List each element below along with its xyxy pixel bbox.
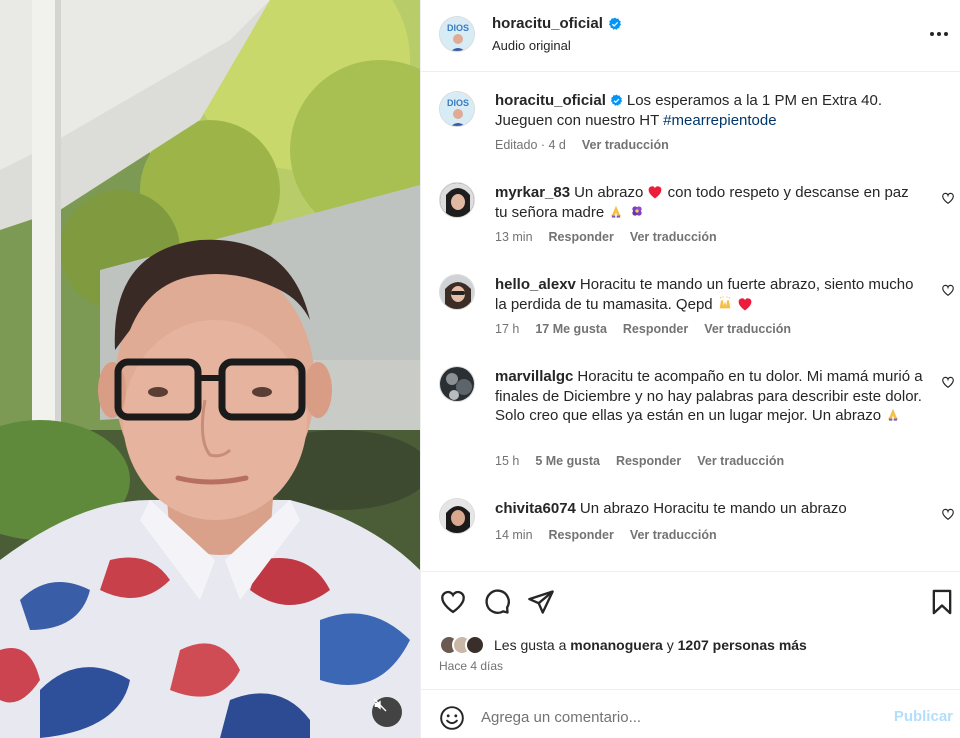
commenter-avatar-image bbox=[440, 183, 474, 217]
publish-button[interactable]: Publicar bbox=[894, 708, 953, 725]
verified-badge-icon bbox=[610, 94, 622, 106]
comment-item: chivita6074 Un abrazo Horacitu te mando u… bbox=[439, 497, 959, 567]
comment-item: hello_alexv Horacitu te mando un fuerte a… bbox=[439, 273, 959, 343]
comment-body: chivita6074 Un abrazo Horacitu te mando u… bbox=[495, 499, 925, 519]
reply-button[interactable]: Responder bbox=[549, 528, 614, 542]
commenter-avatar[interactable] bbox=[439, 498, 475, 534]
caption-body: horacitu_oficial Los esperamos a la 1 PM … bbox=[495, 91, 925, 130]
likes-summary[interactable]: Les gusta a monanoguera y 1207 personas … bbox=[439, 635, 807, 655]
liker-username[interactable]: monanoguera bbox=[570, 637, 663, 653]
translate-link[interactable]: Ver traducción bbox=[630, 528, 717, 542]
praying-hands-emoji bbox=[611, 205, 622, 218]
comment-item: myrkar_83 Un abrazo con todo respeto y de… bbox=[439, 181, 959, 251]
comment-time: 17 h bbox=[495, 322, 520, 336]
caption-hashtag[interactable]: #mearrepientode bbox=[663, 112, 776, 129]
comment-time: 13 min bbox=[495, 230, 533, 244]
author-username[interactable]: horacitu_oficial bbox=[492, 15, 603, 32]
commenter-avatar[interactable] bbox=[439, 274, 475, 310]
send-icon[interactable] bbox=[527, 588, 555, 616]
bookmark-icon[interactable] bbox=[928, 588, 956, 616]
comment-meta: 13 min Responder Ver traducción bbox=[495, 230, 717, 244]
comment-username[interactable]: hello_alexv bbox=[495, 276, 576, 293]
likes-prefix: Les gusta a bbox=[494, 637, 567, 653]
post-caption: DIOS horacitu_oficial Los esperamos a la … bbox=[439, 89, 959, 159]
comment-item: marvillalgc Horacitu te acompaño en tu do… bbox=[439, 365, 959, 475]
video-frame-illustration bbox=[0, 0, 420, 738]
comment-like-heart-icon[interactable] bbox=[941, 507, 955, 521]
comment-meta: 17 h 17 Me gusta Responder Ver traducció… bbox=[495, 322, 791, 336]
author-username-row: horacitu_oficial bbox=[492, 15, 622, 32]
likes-text: Les gusta a monanoguera y 1207 personas … bbox=[494, 637, 807, 653]
mute-button[interactable] bbox=[372, 697, 402, 727]
post-date[interactable]: Hace 4 días bbox=[439, 659, 503, 673]
caption-username[interactable]: horacitu_oficial bbox=[495, 92, 606, 109]
liker-avatars bbox=[439, 635, 485, 655]
raising-hands-emoji bbox=[719, 295, 731, 308]
likes-connector: y bbox=[666, 637, 674, 653]
comment-text: Un abrazo Horacitu te mando un abrazo bbox=[579, 500, 847, 517]
comment-icon[interactable] bbox=[483, 588, 511, 616]
red-heart-emoji bbox=[649, 186, 662, 199]
comment-meta: 15 h 5 Me gusta Responder Ver traducción bbox=[495, 454, 784, 468]
author-avatar[interactable]: DIOS bbox=[439, 16, 475, 52]
caption-avatar[interactable]: DIOS bbox=[439, 91, 475, 127]
likes-others-count[interactable]: 1207 personas más bbox=[678, 637, 807, 653]
translate-link[interactable]: Ver traducción bbox=[630, 230, 717, 244]
caption-translate-link[interactable]: Ver traducción bbox=[582, 138, 669, 152]
comment-like-heart-icon[interactable] bbox=[941, 283, 955, 297]
comment-body: myrkar_83 Un abrazo con todo respeto y de… bbox=[495, 183, 925, 222]
comment-like-heart-icon[interactable] bbox=[941, 191, 955, 205]
comment-input[interactable] bbox=[481, 702, 881, 732]
comment-time: 14 min bbox=[495, 528, 533, 542]
comment-username[interactable]: myrkar_83 bbox=[495, 184, 570, 201]
caption-meta: Editado · 4 d Ver traducción bbox=[495, 138, 669, 152]
commenter-avatar-image bbox=[440, 499, 474, 533]
praying-hands-emoji bbox=[887, 408, 899, 421]
more-horizontal-icon bbox=[930, 32, 948, 36]
comment-body: hello_alexv Horacitu te mando un fuerte a… bbox=[495, 275, 925, 314]
comment-time: 15 h bbox=[495, 454, 520, 468]
smiley-icon[interactable] bbox=[439, 705, 465, 731]
purple-flower-emoji bbox=[631, 205, 642, 216]
comment-likes-count[interactable]: 5 Me gusta bbox=[535, 454, 600, 468]
caption-edited-time: Editado · 4 d bbox=[495, 138, 566, 152]
add-comment-bar: Publicar bbox=[421, 689, 960, 738]
caption-avatar-image: DIOS bbox=[440, 92, 474, 126]
heart-icon[interactable] bbox=[439, 588, 467, 616]
svg-text:DIOS: DIOS bbox=[447, 98, 469, 108]
post-video[interactable] bbox=[0, 0, 420, 738]
liker-avatar bbox=[465, 635, 485, 655]
translate-link[interactable]: Ver traducción bbox=[704, 322, 791, 336]
author-avatar-image: DIOS bbox=[440, 17, 474, 51]
commenter-avatar-image bbox=[440, 367, 474, 401]
comment-username[interactable]: chivita6074 bbox=[495, 500, 576, 517]
audio-label[interactable]: Audio original bbox=[492, 38, 571, 53]
red-heart-emoji bbox=[738, 297, 752, 310]
post-actions: Les gusta a monanoguera y 1207 personas … bbox=[421, 571, 960, 689]
commenter-avatar[interactable] bbox=[439, 366, 475, 402]
svg-text:DIOS: DIOS bbox=[447, 23, 469, 33]
comment-like-heart-icon[interactable] bbox=[941, 375, 955, 389]
reply-button[interactable]: Responder bbox=[549, 230, 614, 244]
reply-button[interactable]: Responder bbox=[616, 454, 681, 468]
verified-badge-icon bbox=[608, 17, 621, 30]
post-side-panel: DIOS horacitu_oficial Audio original DIO… bbox=[420, 0, 960, 738]
comment-username[interactable]: marvillalgc bbox=[495, 368, 573, 385]
speaker-muted-icon bbox=[373, 698, 387, 712]
post-header: DIOS horacitu_oficial Audio original bbox=[421, 0, 960, 72]
comment-likes-count[interactable]: 17 Me gusta bbox=[535, 322, 607, 336]
commenter-avatar[interactable] bbox=[439, 182, 475, 218]
more-options-button[interactable] bbox=[927, 22, 951, 46]
comments-list[interactable]: DIOS horacitu_oficial Los esperamos a la … bbox=[421, 73, 960, 571]
translate-link[interactable]: Ver traducción bbox=[697, 454, 784, 468]
reply-button[interactable]: Responder bbox=[623, 322, 688, 336]
comment-text: Un abrazo bbox=[574, 184, 644, 201]
comment-meta: 14 min Responder Ver traducción bbox=[495, 528, 717, 542]
commenter-avatar-image bbox=[440, 275, 474, 309]
comment-body: marvillalgc Horacitu te acompaño en tu do… bbox=[495, 367, 925, 426]
